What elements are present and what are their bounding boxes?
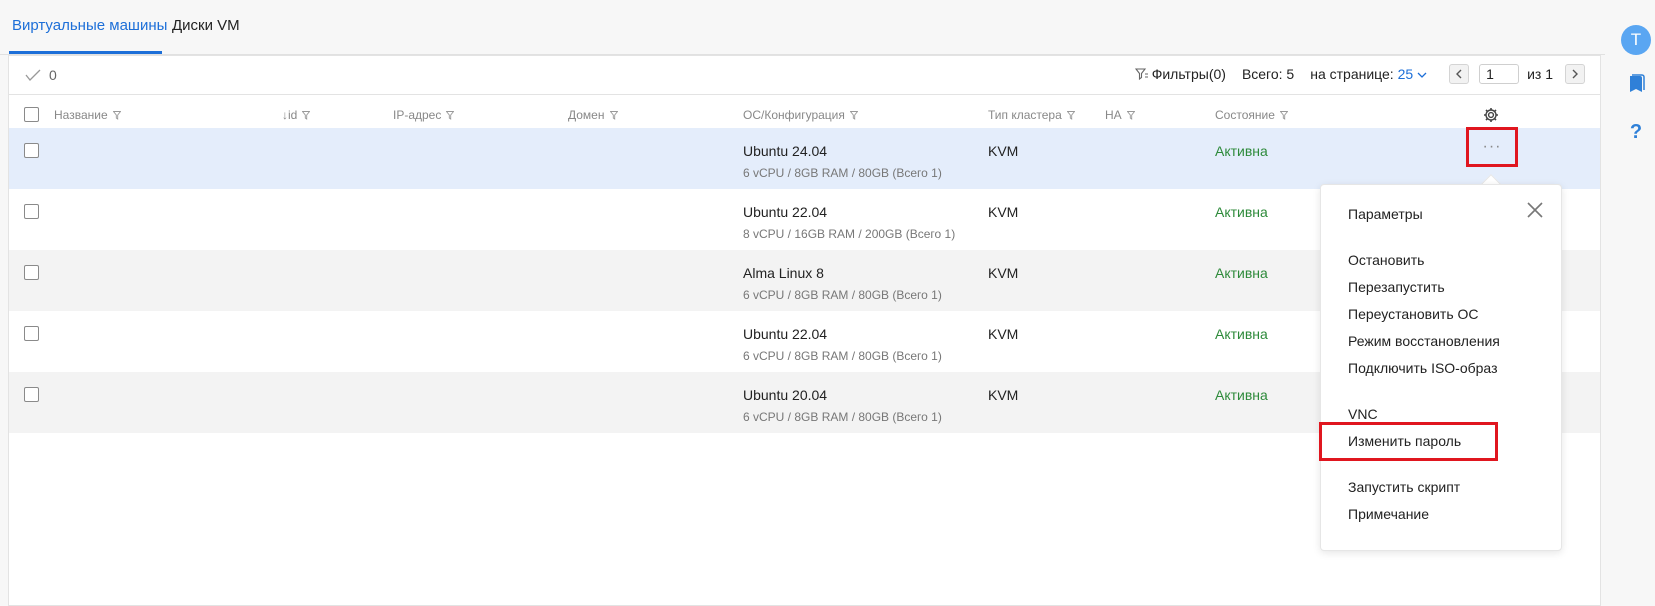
status-badge: Активна bbox=[1215, 265, 1268, 281]
os-name: Ubuntu 24.04 bbox=[743, 143, 828, 159]
per-page-value[interactable]: 25 bbox=[1398, 66, 1414, 82]
selected-count-value: 0 bbox=[49, 67, 57, 83]
menu-item-mount-iso[interactable]: Подключить ISO-образ bbox=[1348, 360, 1497, 376]
os-config: 6 vCPU / 8GB RAM / 80GB (Всего 1) bbox=[743, 349, 942, 363]
close-icon[interactable] bbox=[1526, 201, 1546, 221]
cluster-type: KVM bbox=[988, 265, 1019, 281]
filter-icon bbox=[302, 110, 311, 120]
filters-label: Фильтры(0) bbox=[1151, 66, 1226, 82]
chevron-right-icon bbox=[1572, 69, 1578, 79]
menu-item-vnc[interactable]: VNC bbox=[1348, 406, 1378, 422]
row-checkbox[interactable] bbox=[24, 326, 39, 341]
column-id[interactable]: ↓id bbox=[282, 108, 311, 122]
column-ip[interactable]: IP-адрес bbox=[393, 108, 455, 122]
row-checkbox[interactable] bbox=[24, 143, 39, 158]
tab-bar: Виртуальные машины Диски VM bbox=[0, 0, 1605, 55]
row-actions-menu: Параметры Остановить Перезапустить Переу… bbox=[1320, 184, 1562, 551]
filter-icon bbox=[1126, 110, 1135, 120]
row-actions-button[interactable]: ··· bbox=[1466, 127, 1518, 167]
row-checkbox[interactable] bbox=[24, 265, 39, 280]
check-icon bbox=[25, 69, 41, 81]
status-badge: Активна bbox=[1215, 326, 1268, 342]
menu-item-run-script[interactable]: Запустить скрипт bbox=[1348, 479, 1460, 495]
menu-item-parameters[interactable]: Параметры bbox=[1348, 206, 1423, 222]
column-ha[interactable]: HA bbox=[1105, 108, 1135, 122]
table-toolbar: 0 Фильтры(0) Всего: 5 на странице: 25 из… bbox=[9, 56, 1600, 95]
filter-icon bbox=[446, 110, 455, 120]
per-page-label: на странице: bbox=[1310, 66, 1394, 82]
per-page-selector[interactable]: на странице: 25 bbox=[1310, 66, 1427, 82]
page-number-input[interactable] bbox=[1479, 64, 1520, 84]
menu-item-note[interactable]: Примечание bbox=[1348, 506, 1429, 522]
filter-icon bbox=[849, 110, 858, 120]
menu-item-reinstall-os[interactable]: Переустановить ОС bbox=[1348, 306, 1479, 322]
prev-page-button[interactable] bbox=[1449, 64, 1470, 84]
chevron-left-icon bbox=[1456, 69, 1462, 79]
column-cluster-type[interactable]: Тип кластера bbox=[988, 108, 1075, 122]
column-os-config[interactable]: ОС/Конфигурация bbox=[743, 108, 858, 122]
docs-icon[interactable] bbox=[1624, 72, 1648, 96]
menu-item-restart[interactable]: Перезапустить bbox=[1348, 279, 1445, 295]
filter-icon bbox=[1066, 110, 1075, 120]
os-config: 6 vCPU / 8GB RAM / 80GB (Всего 1) bbox=[743, 410, 942, 424]
column-state[interactable]: Состояние bbox=[1215, 108, 1288, 122]
filter-icon bbox=[112, 110, 121, 120]
tab-vm-disks[interactable]: Диски VM bbox=[172, 17, 240, 34]
tab-virtual-machines[interactable]: Виртуальные машины bbox=[12, 17, 167, 34]
next-page-button[interactable] bbox=[1565, 64, 1585, 84]
user-avatar[interactable]: T bbox=[1621, 25, 1651, 55]
column-name[interactable]: Название bbox=[54, 108, 121, 122]
active-tab-indicator bbox=[9, 51, 162, 54]
selected-counter: 0 bbox=[25, 67, 57, 83]
filters-button[interactable]: Фильтры(0) bbox=[1134, 66, 1226, 82]
status-badge: Активна bbox=[1215, 143, 1268, 159]
os-config: 6 vCPU / 8GB RAM / 80GB (Всего 1) bbox=[743, 166, 942, 180]
change-password-highlight bbox=[1319, 422, 1498, 461]
menu-item-stop[interactable]: Остановить bbox=[1348, 252, 1424, 268]
row-checkbox[interactable] bbox=[24, 204, 39, 219]
row-checkbox[interactable] bbox=[24, 387, 39, 402]
os-config: 8 vCPU / 16GB RAM / 200GB (Всего 1) bbox=[743, 227, 956, 241]
filter-icon bbox=[1134, 68, 1148, 80]
os-config: 6 vCPU / 8GB RAM / 80GB (Всего 1) bbox=[743, 288, 942, 302]
page-of-label: из 1 bbox=[1527, 66, 1553, 82]
menu-item-recovery-mode[interactable]: Режим восстановления bbox=[1348, 333, 1500, 349]
status-badge: Активна bbox=[1215, 387, 1268, 403]
cluster-type: KVM bbox=[988, 326, 1019, 342]
column-domain[interactable]: Домен bbox=[568, 108, 618, 122]
total-count: Всего: 5 bbox=[1241, 66, 1295, 82]
status-badge: Активна bbox=[1215, 204, 1268, 220]
cluster-type: KVM bbox=[988, 204, 1019, 220]
chevron-down-icon bbox=[1417, 72, 1427, 78]
gear-icon[interactable] bbox=[1483, 107, 1499, 126]
cluster-type: KVM bbox=[988, 143, 1019, 159]
os-name: Ubuntu 20.04 bbox=[743, 387, 828, 403]
filter-icon bbox=[609, 110, 618, 120]
os-name: Ubuntu 22.04 bbox=[743, 326, 828, 342]
select-all-checkbox[interactable] bbox=[24, 107, 39, 122]
os-name: Alma Linux 8 bbox=[743, 265, 824, 281]
cluster-type: KVM bbox=[988, 387, 1019, 403]
help-icon[interactable]: ? bbox=[1624, 120, 1648, 144]
filter-icon bbox=[1279, 110, 1288, 120]
os-name: Ubuntu 22.04 bbox=[743, 204, 828, 220]
table-row[interactable]: Ubuntu 24.04 6 vCPU / 8GB RAM / 80GB (Вс… bbox=[9, 128, 1600, 189]
